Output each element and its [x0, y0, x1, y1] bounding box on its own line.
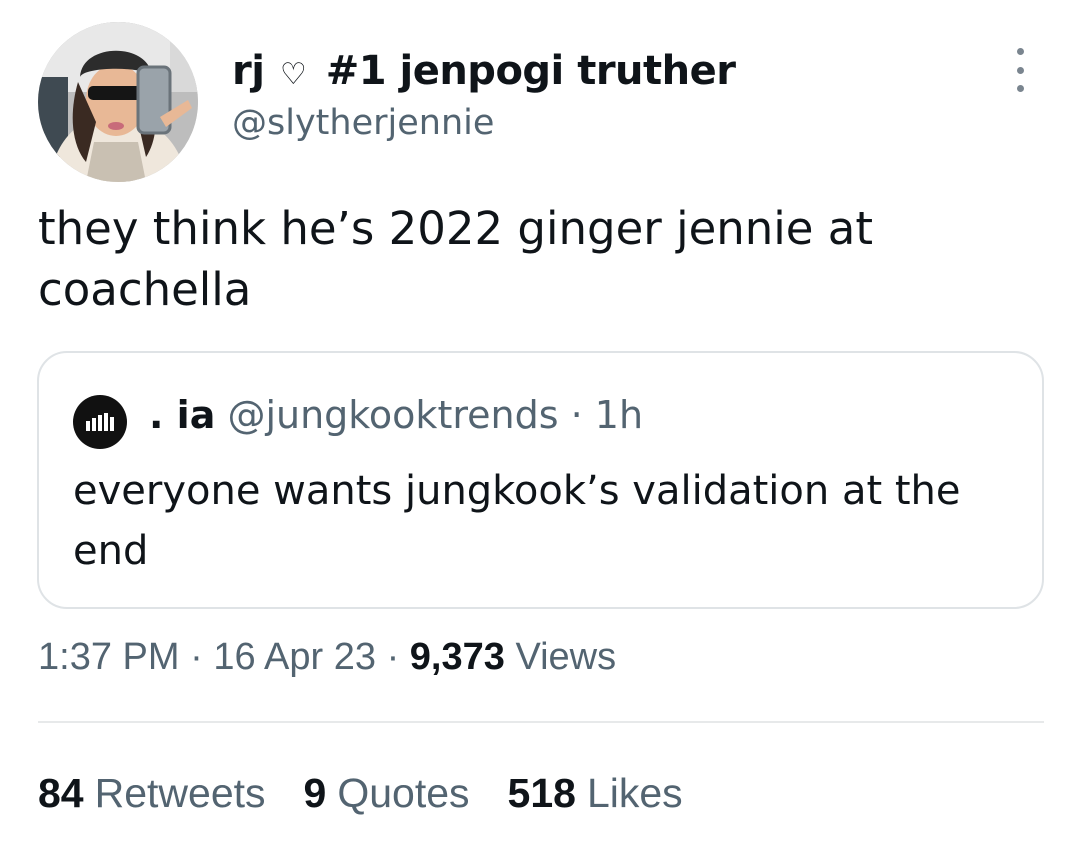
more-dot	[1016, 48, 1024, 55]
tweet-time[interactable]: 1:37 PM	[38, 636, 180, 678]
engagement-stats: 84 Retweets 9 Quotes 518 Likes	[38, 770, 683, 817]
retweets-count: 84	[38, 770, 84, 816]
author-avatar-photo	[38, 22, 198, 182]
quoted-separator: ·	[570, 393, 583, 437]
quoted-time[interactable]: 1h	[595, 393, 643, 437]
author-name: rj	[232, 48, 265, 94]
retweets-label: Retweets	[94, 770, 266, 816]
quoted-author-name[interactable]: . ia	[149, 393, 215, 437]
more-vertical-icon[interactable]	[1006, 48, 1034, 92]
views-label: Views	[515, 636, 617, 678]
more-dot	[1016, 66, 1024, 74]
quoted-tweet-header: . ia @jungkooktrends · 1h	[149, 393, 643, 437]
author-avatar[interactable]	[38, 22, 198, 182]
meta-separator: ·	[190, 636, 203, 678]
quoted-author-handle[interactable]: @jungkooktrends	[227, 393, 558, 437]
likes-stat[interactable]: 518 Likes	[508, 770, 683, 817]
tweet-text: they think he’s 2022 ginger jennie at co…	[38, 202, 874, 316]
quoted-tweet-text: everyone wants jungkook’s validation at …	[73, 468, 961, 574]
quoted-author-avatar[interactable]	[73, 395, 127, 449]
bar-chart-icon	[86, 413, 114, 431]
author-name-suffix: #1 jenpogi truther	[325, 48, 736, 94]
quotes-label: Quotes	[337, 770, 470, 816]
retweets-stat[interactable]: 84 Retweets	[38, 770, 266, 817]
views-count: 9,373	[409, 636, 505, 678]
likes-label: Likes	[586, 770, 683, 816]
likes-count: 518	[507, 770, 576, 816]
quotes-stat[interactable]: 9 Quotes	[304, 770, 470, 817]
more-dot	[1016, 85, 1024, 92]
tweet-date[interactable]: 16 Apr 23	[213, 636, 376, 678]
name-emoji: ♡	[279, 57, 307, 92]
tweet-meta: 1:37 PM · 16 Apr 23 · 9,373 Views	[38, 636, 616, 679]
quoted-tweet-card[interactable]: . ia @jungkooktrends · 1h everyone wants…	[37, 351, 1044, 609]
meta-separator: ·	[386, 636, 400, 678]
divider	[38, 721, 1044, 723]
author-display-name[interactable]: rj ♡ #1 jenpogi truther	[232, 48, 736, 94]
author-handle[interactable]: @slytherjennie	[232, 103, 494, 143]
quotes-count: 9	[303, 770, 327, 816]
